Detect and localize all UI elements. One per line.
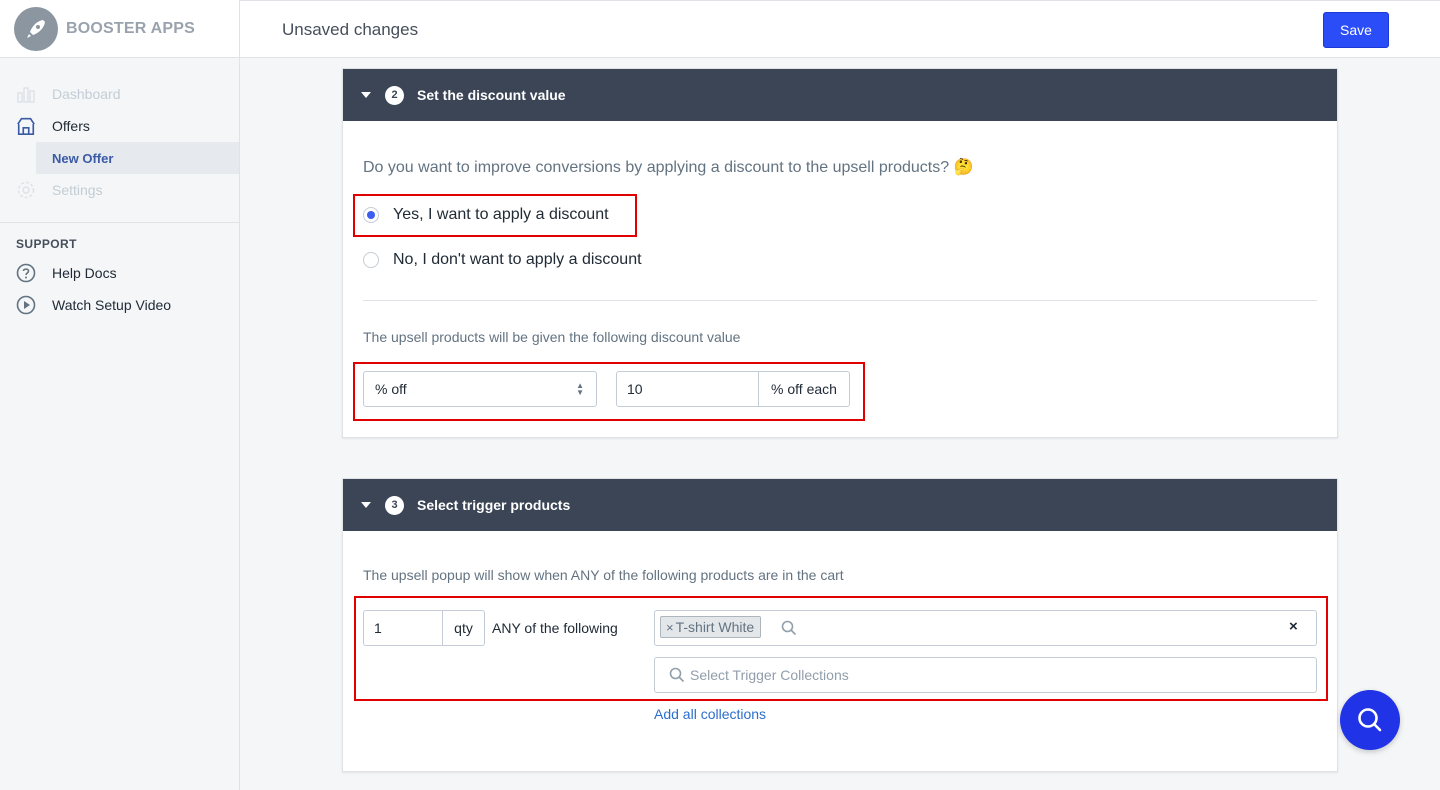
support-heading: SUPPORT (16, 237, 77, 251)
play-circle-icon (16, 295, 36, 315)
sidebar: BOOSTER APPS Dashboard Offers New Offer … (0, 0, 240, 790)
search-icon (1358, 708, 1382, 732)
discount-type-value: % off (375, 381, 407, 397)
trigger-hint: The upsell popup will show when ANY of t… (363, 567, 844, 583)
radio-no-label: No, I don't want to apply a discount (393, 251, 642, 268)
sidebar-item-watch-setup-video[interactable]: Watch Setup Video (0, 289, 239, 321)
collapse-caret-icon (361, 502, 371, 508)
discount-value: 10 (627, 381, 643, 397)
radio-yes[interactable] (363, 207, 379, 223)
step-number: 2 (385, 85, 404, 105)
trigger-qty-value: 1 (374, 620, 382, 636)
discount-yes-option[interactable]: Yes, I want to apply a discount (363, 206, 609, 224)
card-title: Set the discount value (417, 87, 566, 103)
sidebar-item-settings[interactable]: Settings (0, 174, 239, 206)
sidebar-item-label: Watch Setup Video (52, 297, 172, 313)
product-tag-label: T-shirt White (675, 619, 755, 635)
section-divider (363, 300, 1317, 301)
collapse-caret-icon (361, 92, 371, 98)
page-status-title: Unsaved changes (282, 20, 419, 39)
trigger-collections-input[interactable]: Select Trigger Collections (654, 657, 1317, 693)
radio-no[interactable] (363, 252, 379, 268)
help-search-fab[interactable] (1340, 690, 1400, 750)
sidebar-item-dashboard[interactable]: Dashboard (0, 78, 239, 110)
trigger-products-card: 3 Select trigger products The upsell pop… (342, 478, 1338, 772)
trigger-qty-input[interactable]: 1 (363, 610, 443, 646)
tag-remove-icon[interactable]: × (666, 620, 674, 635)
top-bar: Unsaved changes Save (240, 0, 1440, 58)
save-button[interactable]: Save (1323, 12, 1389, 48)
product-tag: × T-shirt White (660, 616, 762, 638)
storefront-icon (16, 116, 36, 136)
discount-card-header[interactable]: 2 Set the discount value (343, 69, 1337, 121)
discount-no-option[interactable]: No, I don't want to apply a discount (363, 251, 642, 269)
search-icon (669, 667, 685, 683)
discount-hint: The upsell products will be given the fo… (363, 329, 741, 345)
qty-suffix: qty (442, 610, 485, 646)
sidebar-item-help-docs[interactable]: Help Docs (0, 257, 239, 289)
sidebar-item-label: New Offer (52, 150, 114, 166)
collections-placeholder: Select Trigger Collections (690, 667, 849, 683)
sidebar-item-label: Offers (52, 118, 90, 134)
gear-icon (16, 180, 36, 200)
discount-type-select[interactable]: % off ▲ ▼ (363, 371, 597, 407)
card-title: Select trigger products (417, 497, 571, 513)
search-icon (781, 620, 797, 636)
rocket-logo-icon (14, 6, 58, 51)
discount-question: Do you want to improve conversions by ap… (363, 159, 974, 176)
trigger-card-header[interactable]: 3 Select trigger products (343, 479, 1337, 531)
discount-suffix: % off each (758, 371, 850, 407)
sidebar-item-label: Dashboard (52, 86, 121, 102)
brand-logo[interactable]: BOOSTER APPS (0, 0, 239, 58)
bar-chart-icon (16, 84, 36, 104)
sidebar-item-offers[interactable]: Offers (0, 110, 239, 142)
main-nav: Dashboard Offers New Offer Settings (0, 58, 239, 206)
brand-name: BOOSTER APPS (66, 19, 195, 37)
radio-yes-label: Yes, I want to apply a discount (393, 206, 609, 223)
sidebar-item-new-offer[interactable]: New Offer (36, 142, 239, 174)
clear-selection-icon[interactable]: × (1289, 618, 1298, 635)
step-number: 3 (385, 495, 404, 515)
add-all-collections-link[interactable]: Add all collections (654, 706, 766, 722)
any-of-following-label: ANY of the following (492, 620, 618, 636)
sidebar-item-label: Settings (52, 182, 103, 198)
select-arrows-icon: ▲ ▼ (576, 381, 584, 397)
trigger-products-multiselect[interactable]: × T-shirt White × (654, 610, 1317, 646)
discount-value-input[interactable]: 10 (616, 371, 759, 407)
discount-value-card: 2 Set the discount value Do you want to … (342, 68, 1338, 438)
sidebar-item-label: Help Docs (52, 265, 117, 281)
question-circle-icon (16, 263, 36, 283)
